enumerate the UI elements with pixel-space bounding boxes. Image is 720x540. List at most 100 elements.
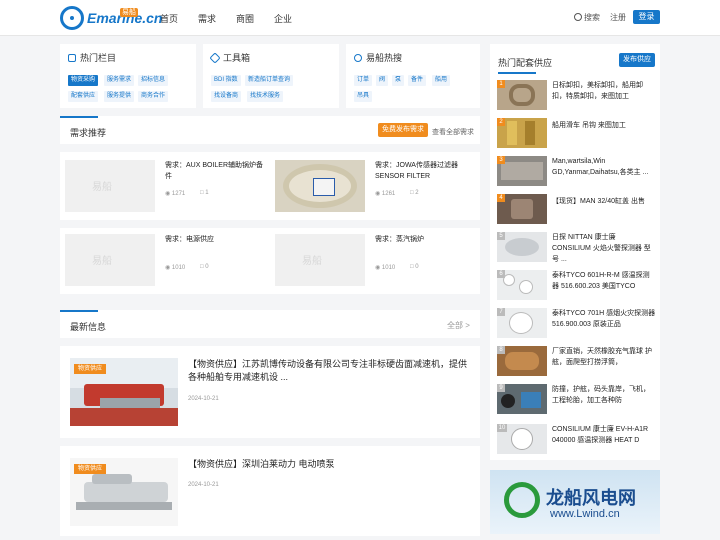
supply-title[interactable]: 船用滑车 吊钩 来图加工 (552, 120, 656, 131)
nav-demand[interactable]: 需求 (198, 12, 216, 25)
grid-icon (68, 54, 76, 62)
eye-icon: ◉ (375, 265, 382, 271)
placeholder-image: 易船 (275, 234, 365, 286)
tag-supply[interactable]: 配套供应 (68, 91, 99, 102)
supply-item[interactable]: 1 日标卸扣，美标卸扣，船用卸扣，特质卸扣，来图加工 (497, 80, 657, 114)
tag-material-purchase[interactable]: 物资采购 (68, 75, 99, 86)
news-section-header: 最新信息 全部 > (60, 310, 480, 338)
login-button[interactable]: 登录 (633, 10, 660, 24)
ship-wheel-logo-icon[interactable] (60, 6, 84, 30)
tag-order[interactable]: 订单 (354, 75, 373, 86)
supply-item[interactable]: 7 泰科TYCO 701H 感烟火灾探测器 516.900.003 原装正品 (497, 308, 657, 342)
tag-find-tech-service[interactable]: 找技术服务 (247, 91, 284, 102)
post-demand-button[interactable]: 免费发布需求 (378, 123, 428, 137)
panel-title: 热门栏目 (80, 53, 117, 63)
supply-item[interactable]: 4 【现货】MAN 32/40缸盖 出售 (497, 194, 657, 228)
supply-title[interactable]: Man,wartsila,Win GD,Yanmar,Daihatsu,各类主 … (552, 156, 656, 178)
demand-card[interactable]: 易船 需求：AUX BOILER辅助锅炉备件 ◉ 1271 □ 1 (60, 152, 270, 220)
tag-tender-info[interactable]: 招标信息 (138, 75, 169, 86)
supply-item[interactable]: 3 Man,wartsila,Win GD,Yanmar,Daihatsu,各类… (497, 156, 657, 190)
rank-badge: 6 (497, 270, 505, 278)
rank-badge: 2 (497, 118, 505, 126)
news-item[interactable]: 物资供应 【物资供应】深圳泊莱动力 电动喷泵 2024-10-21 (60, 446, 480, 536)
hot-columns-panel: 热门栏目 物资采购 服务需求 招标信息 配套供应 服务提供 商务合作 (60, 44, 196, 108)
tag-pump[interactable]: 泵 (392, 75, 405, 86)
news-title[interactable]: 【物资供应】深圳泊莱动力 电动喷泵 (188, 458, 472, 471)
eye-icon: ◉ (375, 191, 382, 197)
tag-bdi-index[interactable]: BDI 指数 (211, 75, 241, 86)
supply-title[interactable]: 日标卸扣，美标卸扣，船用卸扣，特质卸扣，来图加工 (552, 80, 656, 102)
supply-title[interactable]: 防撞，护舷，码头靠岸，飞机，工程轮胎，加工各种防 (552, 384, 656, 406)
lwind-logo-icon (504, 482, 540, 518)
nav-home[interactable]: 首页 (160, 12, 178, 25)
view-all-demand-link[interactable]: 查看全部需求 (432, 127, 474, 137)
panel-title: 易船热搜 (366, 53, 403, 63)
supply-title[interactable]: 厂家直销，天然橡胶充气靠球 护舷，面爬型打捞浮筒， (552, 346, 656, 368)
comment-count: □ 0 (200, 264, 209, 270)
news-title[interactable]: 【物资供应】江苏凯博传动设备有限公司专注非标硬齿面减速机，提供各种船舶专用减速机… (188, 358, 472, 384)
supply-item[interactable]: 10 CONSILIUM 康士廉 EV-H-A1R 040000 感温探测器 H… (497, 424, 657, 458)
view-count: ◉ 1010 (375, 265, 396, 271)
placeholder-image: 易船 (65, 160, 155, 212)
rank-badge: 3 (497, 156, 505, 164)
view-count: ◉ 1010 (165, 265, 186, 271)
rank-badge: 5 (497, 232, 505, 240)
tag-service-demand[interactable]: 服务需求 (104, 75, 135, 86)
demand-title[interactable]: 需求：蒸汽锅炉 (375, 234, 475, 245)
demand-card[interactable]: 需求：JOWA传感器过滤器SENSOR FILTER ◉ 1261 □ 2 (270, 152, 480, 220)
section-title: 最新信息 (70, 322, 107, 332)
demand-title[interactable]: 需求：JOWA传感器过滤器SENSOR FILTER (375, 160, 475, 182)
nav-business-circle[interactable]: 商圈 (236, 12, 254, 25)
supply-title[interactable]: 日探 NITTAN 康士廉 CONSILIUM 火焰火警探测器 型号 ... (552, 232, 656, 265)
comment-count: □ 1 (200, 190, 209, 196)
demand-card[interactable]: 易船 需求：电源供应 ◉ 1010 □ 0 (60, 228, 270, 294)
nav-enterprise[interactable]: 企业 (274, 12, 292, 25)
rank-badge: 4 (497, 194, 505, 202)
sidebar-title: 热门配套供应 (498, 58, 553, 68)
placeholder-image: 易船 (65, 234, 155, 286)
supply-title[interactable]: 泰科TYCO 601H-R-M 感温探测器 516.600.203 美国TYCO (552, 270, 656, 292)
supply-item[interactable]: 2 船用滑车 吊钩 来图加工 (497, 118, 657, 152)
eye-icon: ◉ (165, 265, 172, 271)
tag-service-provide[interactable]: 服务提供 (104, 91, 135, 102)
tag-marine[interactable]: 船用 (432, 75, 451, 86)
supply-item[interactable]: 8 厂家直销，天然橡胶充气靠球 护舷，面爬型打捞浮筒， (497, 346, 657, 380)
supply-title[interactable]: CONSILIUM 康士廉 EV-H-A1R 040000 感温探测器 HEAT… (552, 424, 656, 446)
tag-find-equipment[interactable]: 找设备商 (211, 91, 242, 102)
section-title: 需求推荐 (70, 128, 107, 138)
view-all-news-link[interactable]: 全部 > (447, 320, 470, 331)
demand-card[interactable]: 易船 需求：蒸汽锅炉 ◉ 1010 □ 0 (270, 228, 480, 294)
tag-valve[interactable]: 阀 (376, 75, 389, 86)
rank-badge: 7 (497, 308, 505, 316)
supply-title[interactable]: 【现货】MAN 32/40缸盖 出售 (552, 196, 656, 207)
demand-title[interactable]: 需求：AUX BOILER辅助锅炉备件 (165, 160, 265, 182)
rank-badge: 10 (497, 424, 507, 432)
logo-badge: 易船 (120, 8, 138, 17)
news-item[interactable]: 物资供应 【物资供应】江苏凯博传动设备有限公司专注非标硬齿面减速机，提供各种船舶… (60, 346, 480, 438)
supply-title[interactable]: 泰科TYCO 701H 感烟火灾探测器 516.900.003 原装正品 (552, 308, 656, 330)
supply-item[interactable]: 9 防撞，护舷，码头靠岸，飞机，工程轮胎，加工各种防 (497, 384, 657, 418)
toolbox-panel: 工具箱 BDI 指数 新造船订单查询 找设备商 找技术服务 (203, 44, 339, 108)
comment-count: □ 0 (410, 264, 419, 270)
tag-lifting-gear[interactable]: 吊具 (354, 91, 373, 102)
rank-badge: 8 (497, 346, 505, 354)
sensor-filter-image (275, 160, 365, 212)
panel-title: 工具箱 (223, 53, 251, 63)
register-link[interactable]: 注册 (610, 12, 626, 23)
lwind-ad-banner[interactable]: 龙船风电网 www.Lwind.cn (490, 470, 660, 534)
supply-item[interactable]: 5 日探 NITTAN 康士廉 CONSILIUM 火焰火警探测器 型号 ... (497, 232, 657, 266)
tag-business-cooperation[interactable]: 商务合作 (138, 91, 169, 102)
eye-icon: ◉ (165, 191, 172, 197)
post-supply-button[interactable]: 发布供应 (619, 53, 655, 67)
category-badge: 物资供应 (74, 364, 107, 374)
news-date: 2024-10-21 (188, 396, 219, 402)
tag-spare-parts[interactable]: 备件 (408, 75, 427, 86)
supply-item[interactable]: 6 泰科TYCO 601H-R-M 感温探测器 516.600.203 美国TY… (497, 270, 657, 304)
tag-newbuild-orders[interactable]: 新造船订单查询 (245, 75, 294, 86)
demand-title[interactable]: 需求：电源供应 (165, 234, 265, 245)
eye-icon (354, 54, 362, 62)
category-badge: 物资供应 (74, 464, 107, 474)
search-button[interactable]: 搜索 (574, 12, 600, 23)
ad-url: www.Lwind.cn (550, 508, 620, 520)
news-date: 2024-10-21 (188, 482, 219, 488)
